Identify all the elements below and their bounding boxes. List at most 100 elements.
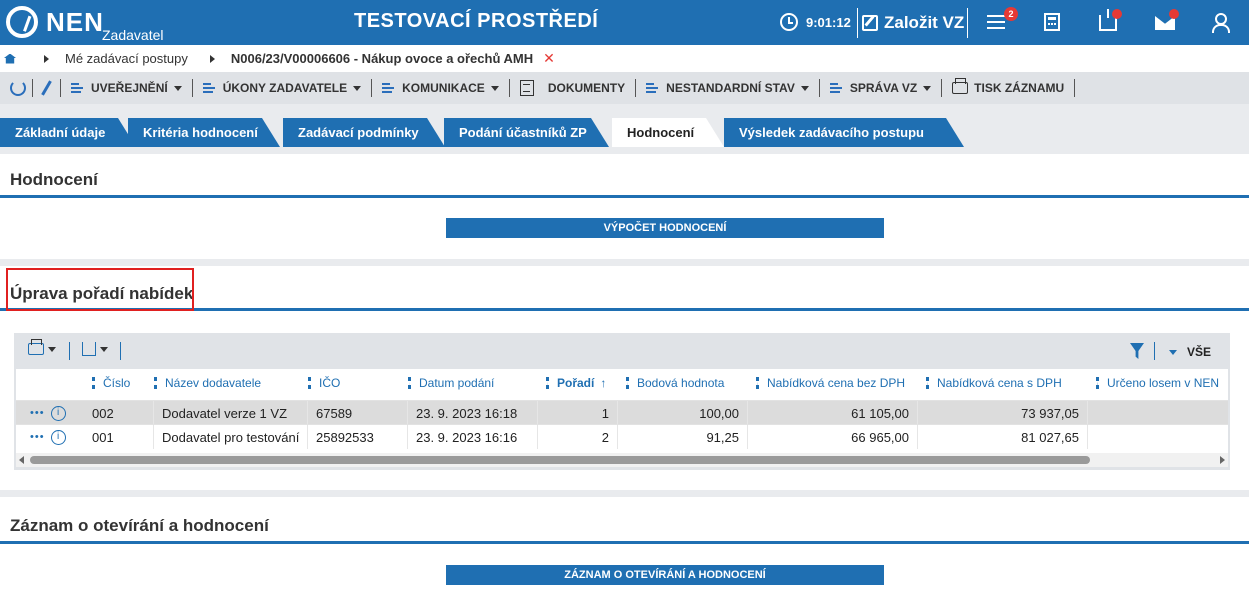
cell-body: 100,00: [618, 401, 748, 425]
tab-vysledek-zadavaciho-postupu[interactable]: Výsledek zadávacího postupu: [724, 118, 964, 147]
refresh-icon[interactable]: [10, 80, 26, 96]
menu-icon[interactable]: 2: [987, 7, 1018, 35]
tab-zakladni-udaje[interactable]: Základní údaje: [0, 118, 136, 147]
vypocet-hodnoceni-button[interactable]: VÝPOČET HODNOCENÍ: [446, 218, 884, 238]
edit-icon[interactable]: [41, 80, 52, 96]
column-header-los[interactable]: Určeno losem v NEN: [1096, 369, 1219, 397]
filter-icon[interactable]: [1130, 343, 1144, 359]
info-icon[interactable]: i: [50, 429, 66, 445]
column-header-ico[interactable]: IČO: [308, 369, 340, 397]
more-options-icon[interactable]: •••: [30, 431, 45, 443]
chevron-right-icon: [209, 54, 215, 63]
divider: [371, 79, 373, 97]
divider: [635, 79, 637, 97]
menu-dokumenty[interactable]: DOKUMENTY: [516, 80, 629, 96]
menu-tisk-zaznamu[interactable]: TISK ZÁZNAMU: [948, 78, 1068, 95]
edit-icon: [862, 15, 878, 31]
menu-sprava-vz[interactable]: SPRÁVA VZ: [826, 81, 935, 95]
mail-icon[interactable]: [1153, 9, 1179, 35]
info-icon[interactable]: i: [50, 405, 66, 421]
top-bar: NEN Zadavatel TESTOVACÍ PROSTŘEDÍ 9:01:1…: [0, 0, 1249, 45]
filter-all-label: VŠE: [1187, 345, 1212, 359]
grid-export-button[interactable]: [82, 342, 108, 356]
grid-toolbar: VŠE: [14, 333, 1230, 369]
menu-ukony-label: ÚKONY ZADAVATELE: [222, 81, 348, 95]
grid-print-button[interactable]: [28, 339, 56, 355]
column-header-cislo[interactable]: Číslo: [92, 369, 130, 397]
list-icon: [382, 82, 396, 94]
brand-name: NEN: [46, 7, 104, 37]
menu-tisk-label: TISK ZÁZNAMU: [974, 81, 1065, 95]
column-header-body[interactable]: Bodová hodnota: [626, 369, 724, 397]
column-header-s-dph[interactable]: Nabídková cena s DPH: [926, 369, 1062, 397]
sort-ascending-icon: ↑: [600, 376, 607, 390]
inbox-icon[interactable]: [1096, 9, 1122, 35]
menu-uverejneni-label: UVEŘEJNĚNÍ: [91, 81, 168, 95]
caret-down-icon: [48, 346, 56, 352]
more-options-icon[interactable]: •••: [30, 407, 45, 419]
caret-down-icon: [173, 85, 182, 91]
divider: [967, 8, 968, 38]
scroll-right-icon[interactable]: [1220, 456, 1225, 464]
zaznam-button[interactable]: ZÁZNAM O OTEVÍRÁNÍ A HODNOCENÍ: [446, 565, 884, 585]
menu-komunikace[interactable]: KOMUNIKACE: [378, 81, 503, 95]
menu-nestandardni-stav[interactable]: NESTANDARDNÍ STAV: [642, 81, 813, 95]
cell-body: 91,25: [618, 425, 748, 449]
caret-down-icon: [100, 346, 108, 352]
scrollbar-thumb[interactable]: [30, 456, 1090, 464]
action-toolbar: UVEŘEJNĚNÍ ÚKONY ZADAVATELE KOMUNIKACE D…: [0, 72, 1249, 104]
list-icon: [71, 82, 85, 94]
column-header-poradi[interactable]: Pořadí ↑: [546, 369, 606, 397]
cell-ico: 25892533: [308, 425, 408, 449]
cell-datum: 23. 9. 2023 16:16: [408, 425, 538, 449]
menu-sprava-label: SPRÁVA VZ: [849, 81, 918, 95]
menu-ukony-zadavatele[interactable]: ÚKONY ZADAVATELE: [199, 81, 365, 95]
create-vz-button[interactable]: Založit VZ: [862, 9, 964, 37]
divider: [191, 79, 193, 97]
caret-down-icon: [1169, 349, 1177, 355]
brand-subtitle: Zadavatel: [102, 27, 164, 43]
breadcrumb-my-procedures[interactable]: Mé zadávací postupy: [65, 51, 188, 66]
highlight-frame: [6, 268, 194, 311]
tab-hodnoceni[interactable]: Hodnocení: [612, 118, 724, 147]
caret-down-icon: [800, 85, 809, 91]
calculator-icon[interactable]: [1040, 11, 1064, 35]
column-header-bez-dph[interactable]: Nabídková cena bez DPH: [756, 369, 905, 397]
horizontal-scrollbar[interactable]: [16, 453, 1228, 467]
home-icon[interactable]: [4, 53, 16, 64]
tab-podani-ucastniku[interactable]: Podání účastníků ZP: [444, 118, 609, 147]
caret-down-icon: [923, 85, 932, 91]
divider: [32, 79, 33, 97]
user-icon[interactable]: [1208, 11, 1232, 35]
section-divider: [0, 541, 1249, 544]
divider: [60, 79, 61, 97]
nen-logo-icon[interactable]: [6, 6, 38, 38]
divider: [120, 342, 121, 360]
menu-uverejneni[interactable]: UVEŘEJNĚNÍ: [67, 81, 186, 95]
offers-grid: VŠE Číslo Název dodavatele IČO Datum pod…: [14, 333, 1230, 470]
tab-kriteria-hodnoceni[interactable]: Kritéria hodnocení: [128, 118, 280, 147]
tab-zadavaci-podminky[interactable]: Zadávací podmínky: [283, 118, 445, 147]
close-icon[interactable]: ✕: [543, 50, 555, 67]
section-divider: [0, 195, 1249, 198]
cell-ico: 67589: [308, 401, 408, 425]
table-row[interactable]: ••• i 002 Dodavatel verze 1 VZ 67589 23.…: [16, 400, 1228, 425]
export-icon: [82, 342, 96, 356]
list-icon: [646, 82, 660, 94]
filter-all-select[interactable]: VŠE: [1169, 345, 1211, 359]
menu-dokumenty-label: DOKUMENTY: [547, 81, 626, 95]
cell-los: [1088, 401, 1228, 425]
table-row[interactable]: ••• i 001 Dodavatel pro testování 258925…: [16, 424, 1228, 449]
column-header-datum[interactable]: Datum podání: [408, 369, 494, 397]
divider: [1074, 79, 1076, 97]
menu-komunikace-label: KOMUNIKACE: [402, 81, 485, 95]
caret-down-icon: [353, 85, 362, 91]
cell-poradi: 1: [538, 401, 618, 425]
print-icon: [28, 339, 44, 355]
tab-bar: Základní údaje Kritéria hodnocení Zadáva…: [0, 118, 1249, 147]
cell-bez-dph: 61 105,00: [748, 401, 918, 425]
column-header-nazev[interactable]: Název dodavatele: [154, 369, 261, 397]
notification-badge: 2: [1004, 7, 1018, 21]
scroll-left-icon[interactable]: [19, 456, 24, 464]
divider: [818, 79, 820, 97]
